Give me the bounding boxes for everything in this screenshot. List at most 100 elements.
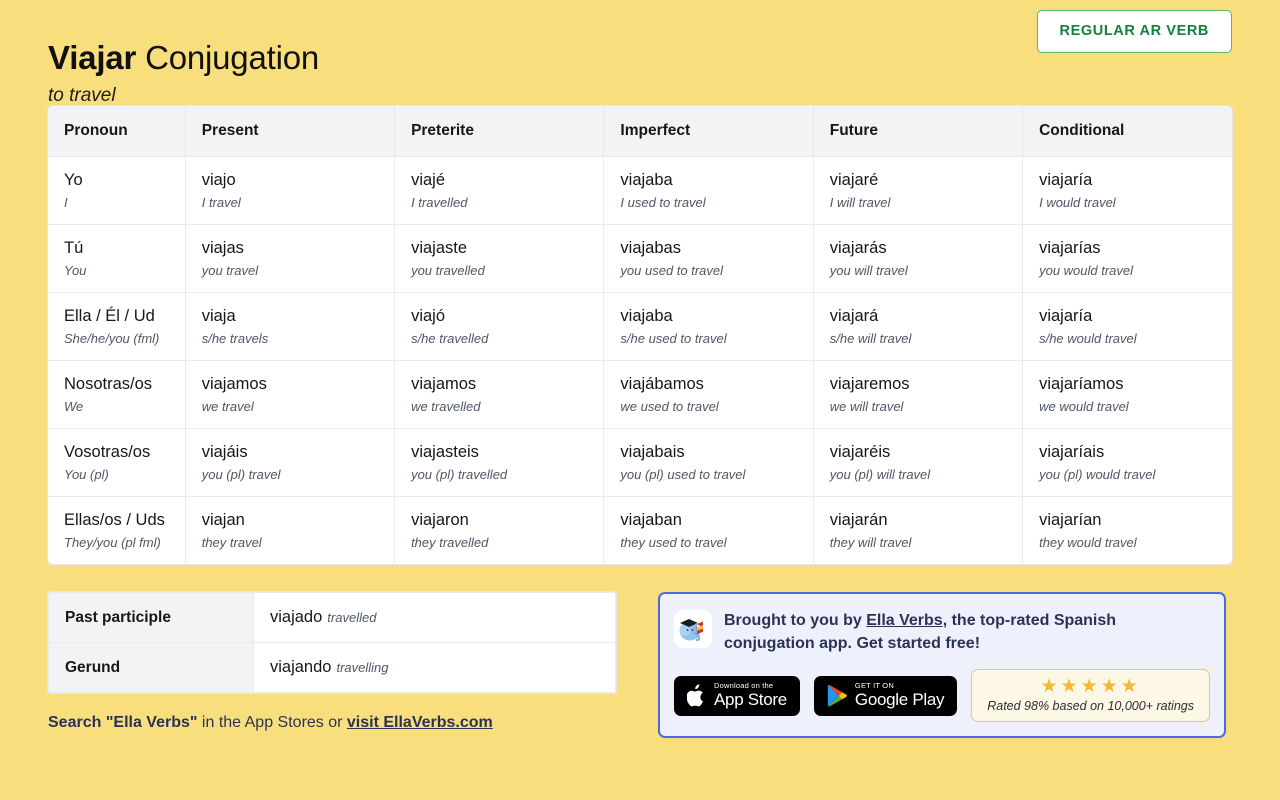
pronoun-translation: They/you (pl fml) bbox=[64, 535, 161, 550]
promo-box: Brought to you by Ella Verbs, the top-ra… bbox=[658, 592, 1226, 738]
app-store-text: Download on the App Store bbox=[714, 682, 787, 710]
app-store-button[interactable]: Download on the App Store bbox=[674, 675, 800, 716]
conjugation-cell: viajabas you used to travel bbox=[603, 224, 814, 293]
apple-logo-icon bbox=[687, 683, 704, 706]
conjugation-form: viajaste bbox=[411, 239, 468, 257]
conjugation-cell: viajaría I would travel bbox=[1022, 156, 1232, 225]
conjugation-translation: they travelled bbox=[411, 535, 489, 550]
conjugation-translation: they would travel bbox=[1039, 535, 1137, 550]
pronoun-translation: We bbox=[64, 399, 84, 414]
google-play-big-label: Google Play bbox=[854, 690, 945, 710]
conjugation-cell: viajarían they would travel bbox=[1023, 497, 1232, 565]
conjugation-form: viajaría bbox=[1039, 171, 1093, 189]
conjugation-form: viajamos bbox=[201, 375, 267, 393]
pronoun-cell: Ellas/os / Uds They/you (pl fml) bbox=[48, 496, 186, 564]
column-header-future: Future bbox=[813, 106, 1024, 157]
table-header-row: Pronoun Present Preterite Imperfect Futu… bbox=[48, 106, 1232, 157]
gerund-form: viajando bbox=[270, 658, 332, 676]
pronoun-label: Ellas/os / Uds bbox=[64, 511, 165, 529]
conjugation-translation: you (pl) travel bbox=[201, 467, 281, 482]
conjugation-translation: s/he travelled bbox=[411, 331, 489, 346]
conjugation-cell: viajamos we travel bbox=[185, 360, 396, 429]
conjugation-cell: viajasteis you (pl) travelled bbox=[394, 428, 605, 497]
pronoun-label: Tú bbox=[64, 239, 84, 257]
pronoun-translation: She/he/you (fml) bbox=[64, 331, 160, 346]
conjugation-translation: s/he will travel bbox=[829, 331, 912, 346]
past-participle-label: Past participle bbox=[48, 592, 254, 643]
conjugation-cell: viajas you travel bbox=[185, 224, 396, 293]
conjugation-form: viajé bbox=[411, 171, 445, 189]
table-row: Gerund viajando travelling bbox=[48, 642, 616, 693]
ella-verbs-link[interactable]: Ella Verbs bbox=[866, 612, 943, 629]
conjugation-translation: we travelled bbox=[411, 399, 481, 414]
conjugation-form: viajaron bbox=[411, 511, 469, 529]
conjugation-form: viaja bbox=[201, 307, 236, 325]
conjugation-cell: viajaban they used to travel bbox=[603, 496, 814, 564]
conjugation-cell: viajan they travel bbox=[185, 496, 396, 564]
gerund-translation: travelling bbox=[336, 660, 389, 675]
conjugation-cell: viajamos we travelled bbox=[394, 360, 605, 429]
conjugation-form: viajabais bbox=[620, 443, 685, 461]
conjugation-translation: I will travel bbox=[829, 195, 891, 210]
gerund-value: viajando travelling bbox=[253, 642, 616, 693]
conjugation-translation: we would travel bbox=[1039, 399, 1129, 414]
pronoun-cell: Vosotras/os You (pl) bbox=[48, 428, 186, 497]
pronoun-cell: Tú You bbox=[48, 224, 186, 293]
google-play-button[interactable]: GET IT ON Google Play bbox=[813, 675, 958, 716]
conjugation-cell: viajarás you will travel bbox=[813, 224, 1024, 293]
conjugation-form: viajaba bbox=[620, 307, 673, 325]
conjugation-translation: you (pl) will travel bbox=[829, 467, 931, 482]
pronoun-translation: You (pl) bbox=[64, 467, 109, 482]
conjugation-form: viajarás bbox=[829, 239, 887, 257]
column-header-present: Present bbox=[185, 106, 396, 157]
pronoun-label: Nosotras/os bbox=[64, 375, 153, 393]
conjugation-translation: you (pl) used to travel bbox=[620, 467, 746, 482]
promo-actions: Download on the App Store GET IT ON Goog… bbox=[674, 669, 1210, 722]
conjugation-translation: you used to travel bbox=[620, 263, 724, 278]
conjugation-form: viajasteis bbox=[411, 443, 479, 461]
conjugation-form: viajaríamos bbox=[1039, 375, 1124, 393]
conjugation-table: Pronoun Present Preterite Imperfect Futu… bbox=[48, 106, 1232, 564]
conjugation-form: viajarán bbox=[829, 511, 888, 529]
conjugation-form: viajabas bbox=[620, 239, 681, 257]
bottom-left-column: Past participle viajado travelled Gerund … bbox=[48, 592, 616, 734]
conjugation-cell: viajarán they will travel bbox=[813, 496, 1024, 564]
conjugation-form: viajaríais bbox=[1039, 443, 1105, 461]
google-play-text: GET IT ON Google Play bbox=[854, 682, 945, 710]
column-header-conditional: Conditional bbox=[1022, 106, 1232, 157]
conjugation-translation: you travelled bbox=[411, 263, 485, 278]
conjugation-cell: viajaron they travelled bbox=[394, 496, 605, 564]
conjugation-cell: viajaréis you (pl) will travel bbox=[813, 428, 1024, 497]
bottom-section: Past participle viajado travelled Gerund … bbox=[48, 592, 1232, 738]
conjugation-form: viajó bbox=[411, 307, 445, 325]
conjugation-form: viajará bbox=[829, 307, 879, 325]
conjugation-cell: viajaba s/he used to travel bbox=[603, 292, 814, 361]
conjugation-cell: viajaremos we will travel bbox=[813, 360, 1024, 429]
conjugation-form: viajarías bbox=[1039, 239, 1101, 257]
rating-text: Rated 98% based on 10,000+ ratings bbox=[987, 699, 1194, 713]
conjugation-form: viajarían bbox=[1039, 511, 1102, 529]
conjugation-cell: viajaste you travelled bbox=[394, 224, 605, 293]
app-store-big-label: App Store bbox=[714, 690, 787, 710]
search-prompt: Search "Ella Verbs" in the App Stores or… bbox=[48, 712, 616, 734]
conjugation-cell: viajábamos we used to travel bbox=[603, 360, 814, 429]
conjugation-cell: viajará s/he will travel bbox=[813, 292, 1024, 361]
pronoun-label: Vosotras/os bbox=[64, 443, 151, 461]
pronoun-label: Ella / Él / Ud bbox=[64, 307, 155, 325]
conjugation-form: viajaremos bbox=[829, 375, 910, 393]
conjugation-translation: they travel bbox=[201, 535, 262, 550]
page-header: Viajar Conjugation to travel REGULAR AR … bbox=[48, 0, 1232, 106]
conjugation-translation: we will travel bbox=[829, 399, 904, 414]
conjugation-translation: they will travel bbox=[829, 535, 912, 550]
conjugation-translation: you (pl) travelled bbox=[411, 467, 508, 482]
conjugation-cell: viajaré I will travel bbox=[813, 156, 1024, 225]
column-header-pronoun: Pronoun bbox=[48, 106, 186, 157]
table-row: Tú You viajas you travel viajaste you tr… bbox=[48, 224, 1232, 293]
ellaverbs-website-link[interactable]: visit EllaVerbs.com bbox=[347, 714, 493, 731]
promo-message: Brought to you by Ella Verbs, the top-ra… bbox=[724, 608, 1210, 655]
column-header-preterite: Preterite bbox=[394, 106, 605, 157]
past-participle-form: viajado bbox=[270, 608, 323, 626]
star-rating-icon: ★★★★★ bbox=[1040, 676, 1141, 697]
conjugation-cell: viajaba I used to travel bbox=[603, 156, 814, 225]
search-prompt-bold: Search "Ella Verbs" bbox=[48, 714, 198, 731]
